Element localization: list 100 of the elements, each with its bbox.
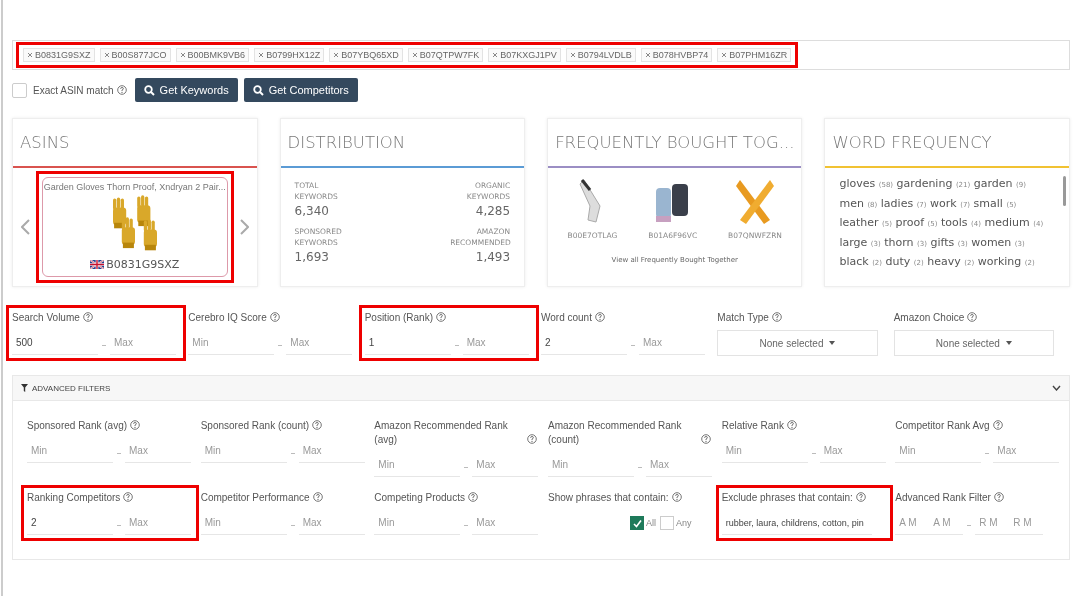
stat-value: 4,285 — [474, 204, 511, 218]
chevron-down-icon[interactable] — [1052, 385, 1061, 391]
input-field[interactable]: 1 — [364, 331, 451, 355]
range-dash-icon — [117, 453, 121, 454]
help-icon — [771, 312, 782, 322]
input-field[interactable]: Max — [110, 331, 176, 355]
search-icon — [252, 84, 264, 96]
help-icon — [527, 434, 538, 444]
range-dash-icon — [985, 453, 990, 454]
input-field[interactable]: Min — [27, 439, 113, 463]
product-asin: B0831G9SXZ — [106, 258, 180, 271]
checkbox-label: Any — [676, 518, 692, 528]
advanced-filters-header[interactable]: ADVANCED FILTERS — [13, 376, 1069, 401]
asin-tag-field[interactable]: B0831G9SXZ B00S877JCO B00BMK9VB6 B0799HX12Z B07YBQ65XD B07QTPW7FK B07KXGJ1PV B0794LVDLB B078HVBP74 B07PHM16ZR — [12, 40, 1070, 70]
remove-icon[interactable] — [179, 52, 186, 58]
input-field[interactable]: Min — [188, 331, 275, 355]
help-icon — [436, 312, 446, 322]
filter-label: Word count — [541, 311, 592, 325]
get-competitors-button[interactable]: Get Competitors — [243, 78, 358, 102]
card-title: ASINS — [20, 133, 70, 152]
input-field[interactable]: Min — [548, 453, 634, 477]
range-dash-icon — [464, 525, 469, 526]
help-icon — [130, 420, 141, 430]
input-field[interactable]: Max — [298, 511, 365, 535]
range-dash-icon — [290, 453, 295, 454]
filter-label: Amazon Recommended Rank (count) — [548, 419, 683, 447]
input-field[interactable]: 500 — [12, 331, 98, 355]
input-field[interactable]: R M — [975, 511, 1010, 535]
product-card[interactable]: Garden Gloves Thorn Proof, Xndryan 2 Pair... B0831G9SXZ — [41, 177, 228, 277]
input-field[interactable]: Max — [646, 453, 712, 477]
input-field[interactable]: Max — [639, 331, 705, 355]
range-dash-icon — [811, 453, 816, 454]
range-dash-icon — [117, 525, 121, 526]
input-field[interactable]: Max — [472, 511, 539, 535]
filter-label: Search Volume — [12, 311, 80, 325]
remove-icon[interactable] — [569, 52, 576, 58]
help-icon — [116, 85, 127, 95]
input-field[interactable]: Max — [462, 331, 529, 355]
help-icon — [671, 492, 682, 502]
search-icon — [143, 84, 155, 96]
filter-label: Ranking Competitors — [27, 491, 121, 505]
card-title: WORD FREQUENCY — [832, 133, 992, 152]
scrollbar[interactable] — [1063, 176, 1066, 206]
input-field[interactable]: Max — [298, 439, 365, 463]
range-dash-icon — [454, 345, 459, 346]
card-title: FREQUENTLY BOUGHT TOG... — [555, 133, 795, 152]
flag-icon — [90, 260, 105, 269]
remove-icon[interactable] — [721, 52, 728, 58]
input-field[interactable]: Max — [125, 439, 191, 463]
filter-label: Competitor Performance — [200, 491, 310, 505]
filter-label: Sponsored Rank (avg) — [27, 419, 128, 433]
get-keywords-button[interactable]: Get Keywords — [134, 78, 238, 102]
input-field[interactable]: Max — [993, 439, 1060, 463]
input-field[interactable]: rubber, laura, childrens, cotton, pin — [721, 511, 872, 535]
help-icon — [786, 420, 797, 430]
input-field[interactable]: 2 — [27, 511, 113, 535]
remove-icon[interactable] — [492, 52, 499, 58]
stat-value: 1,493 — [474, 250, 511, 264]
input-field[interactable]: Max — [472, 453, 539, 477]
input-field[interactable]: A M — [929, 511, 964, 535]
dropdown[interactable]: None selected — [893, 330, 1054, 356]
remove-icon[interactable] — [27, 52, 33, 58]
input-field[interactable]: 2 — [541, 331, 627, 355]
filter-label: Sponsored Rank (count) — [200, 419, 310, 433]
remove-icon[interactable] — [258, 52, 265, 58]
input-field[interactable]: Max — [125, 511, 191, 535]
input-field[interactable]: Min — [200, 511, 287, 535]
checkbox-label: All — [646, 518, 657, 528]
input-field[interactable]: Max — [819, 439, 886, 463]
filter-label: Exclude phrases that contain: — [721, 491, 853, 505]
input-field[interactable]: R M — [1009, 511, 1044, 535]
input-field[interactable]: Min — [721, 439, 808, 463]
range-dash-icon — [638, 467, 642, 468]
checkbox[interactable] — [630, 516, 645, 530]
filter-label: Relative Rank — [721, 419, 784, 433]
stat-value: 6,340 — [294, 204, 330, 218]
input-field[interactable]: Max — [286, 331, 353, 355]
filter-label: Show phrases that contain: — [548, 491, 669, 505]
remove-icon[interactable] — [333, 52, 340, 58]
filter-label: Advanced Rank Filter — [895, 491, 991, 505]
chevron-left-icon[interactable] — [21, 219, 30, 235]
remove-icon[interactable] — [103, 52, 110, 58]
dropdown[interactable]: None selected — [717, 330, 878, 356]
input-field[interactable]: Min — [895, 439, 982, 463]
range-dash-icon — [290, 525, 295, 526]
filter-label: Cerebro IQ Score — [188, 311, 267, 325]
caret-icon — [829, 341, 836, 345]
chevron-right-icon[interactable] — [239, 219, 249, 235]
remove-icon[interactable] — [644, 52, 651, 58]
input-field[interactable]: Min — [200, 439, 287, 463]
help-icon — [467, 492, 478, 502]
input-field[interactable]: Min — [374, 453, 461, 477]
help-icon — [312, 492, 323, 502]
remove-icon[interactable] — [411, 52, 418, 58]
help-icon — [992, 420, 1003, 430]
card-title: DISTRIBUTION — [287, 133, 406, 152]
filter-label: Competing Products — [374, 491, 465, 505]
help-icon — [82, 312, 93, 322]
input-field[interactable]: A M — [895, 511, 930, 535]
input-field[interactable]: Min — [374, 511, 461, 535]
